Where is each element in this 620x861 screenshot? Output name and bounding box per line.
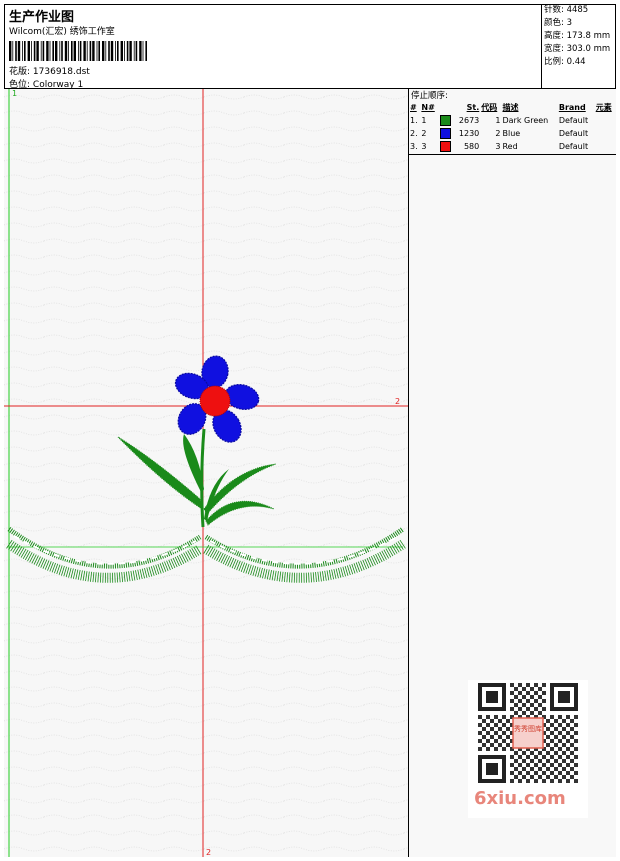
watermark-site-text: 6xiu.com — [474, 788, 566, 809]
marker-right: 2 — [395, 397, 400, 406]
marker-top-left: 1 — [12, 89, 17, 98]
company-name: Wilcom(汇宏) 绣饰工作室 — [9, 27, 115, 37]
fabric-texture — [4, 89, 408, 857]
color-swatch — [439, 141, 451, 152]
spec-width: 宽度: 303.0 mm — [544, 44, 611, 54]
col-needle: N# — [421, 103, 435, 112]
spec-scale: 比例: 0.44 — [544, 57, 586, 67]
embroidery-preview: 1 2 2 — [4, 89, 408, 857]
col-stitches: St. — [466, 103, 480, 112]
header: 生产作业图 Wilcom(汇宏) 绣饰工作室 花版: 1736918.dst 色… — [4, 4, 616, 90]
col-index: # — [410, 103, 417, 112]
design-label: 花版: — [9, 67, 31, 77]
qr-logo-text: 秀秀图库 — [514, 724, 542, 733]
table-row[interactable]: 1. 1 2673 1 Dark Green Default — [409, 114, 616, 127]
color-swatch — [439, 115, 451, 126]
stop-sequence-table: # N# St. 代码 描述 Brand 元素 1. 1 2673 1 Dark… — [409, 101, 616, 153]
table-row[interactable]: 3. 3 580 3 Red Default — [409, 140, 616, 153]
col-description: 描述 — [502, 103, 519, 112]
color-swatch — [439, 128, 451, 139]
qr-code-icon: 秀秀图库 — [478, 683, 578, 783]
table-row[interactable]: 2. 2 1230 2 Blue Default — [409, 127, 616, 140]
col-brand: Brand — [558, 103, 586, 112]
col-swatch — [439, 101, 454, 114]
barcode-image — [9, 41, 147, 61]
design-value: 1736918.dst — [32, 67, 90, 77]
col-code: 代码 — [481, 103, 498, 112]
design-canvas[interactable]: 1 2 2 — [4, 89, 409, 857]
specs-panel: 针数: 4485 颜色: 3 高度: 173.8 mm 宽度: 303.0 mm… — [541, 4, 616, 89]
table-divider — [409, 154, 616, 155]
marker-bottom: 2 — [206, 848, 211, 857]
spec-height: 高度: 173.8 mm — [544, 31, 611, 41]
page-title: 生产作业图 — [9, 10, 75, 25]
design-file: 花版: 1736918.dst — [9, 64, 90, 77]
spec-stitches: 针数: 4485 — [544, 5, 589, 15]
spec-colors: 颜色: 3 — [544, 18, 572, 28]
stop-table-header: # N# St. 代码 描述 Brand 元素 — [409, 101, 616, 114]
flower-center — [199, 385, 231, 417]
col-element: 元素 — [595, 103, 612, 112]
